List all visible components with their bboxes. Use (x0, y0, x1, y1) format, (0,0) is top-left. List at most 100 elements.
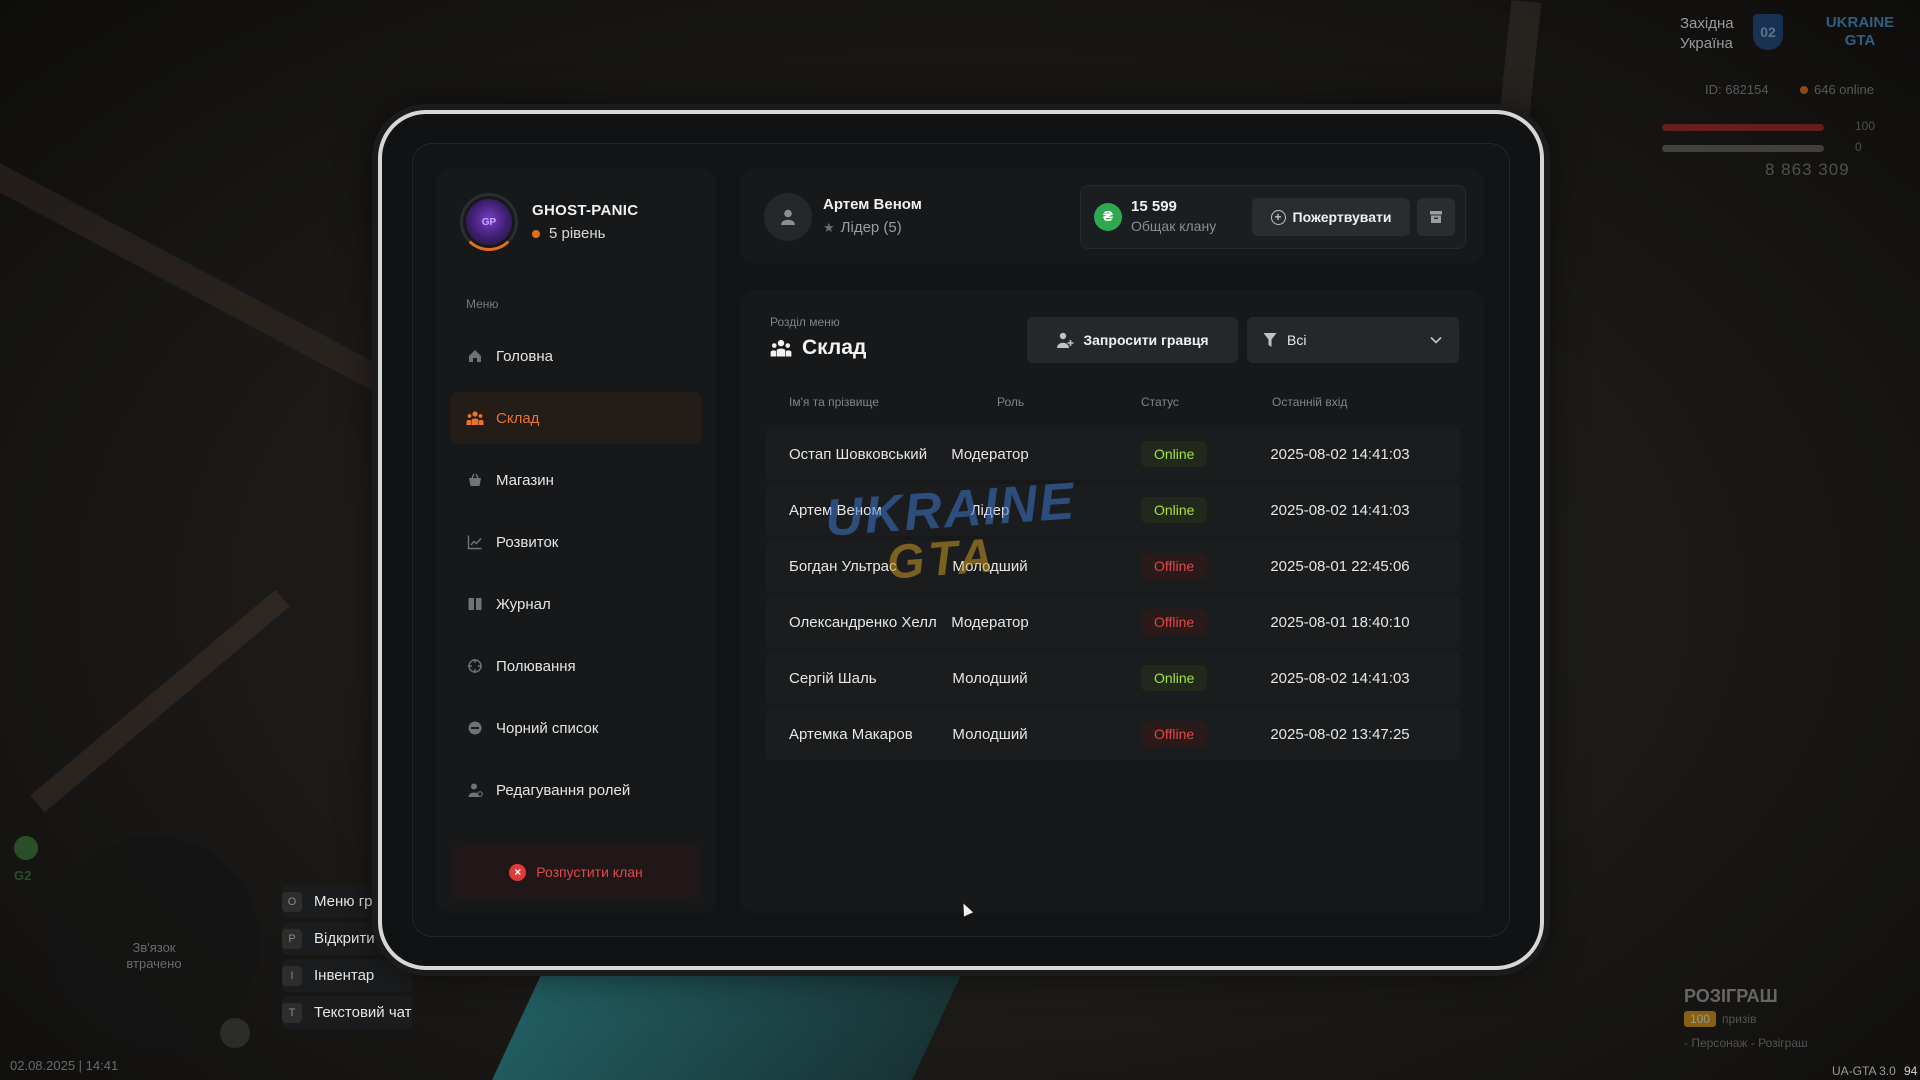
sidebar-item-shop[interactable]: Магазин (450, 454, 702, 506)
voice-badge-icon (14, 836, 38, 860)
member-status-cell: Offline (1141, 540, 1208, 592)
background-beam (0, 129, 396, 397)
sidebar-item-journal[interactable]: Журнал (450, 578, 702, 630)
user-name: Артем Веном (823, 196, 922, 213)
sidebar-item-hunting[interactable]: Полювання (450, 640, 702, 692)
member-name: Остап Шовковський (789, 445, 928, 463)
game-version: UA-GTA 3.0 (1832, 1064, 1896, 1078)
member-last-login: 2025-08-02 14:41:03 (1270, 669, 1410, 687)
column-header-last-login: Останній вхід (1272, 395, 1348, 409)
user-icon (781, 209, 795, 225)
table-row[interactable]: Богдан Ультрас Молодший Offline 2025-08-… (765, 540, 1460, 592)
member-last-login: 2025-08-02 13:47:25 (1270, 725, 1410, 743)
avatar-ring: GP (460, 193, 518, 251)
storage-button[interactable] (1417, 198, 1455, 236)
chart-icon (466, 533, 484, 551)
member-name: Богдан Ультрас (789, 557, 897, 575)
clan-avatar: GP (466, 199, 512, 245)
shop-icon (466, 471, 484, 489)
key-hint-label: Текстовий чат (314, 1004, 412, 1021)
background-beam (30, 589, 290, 813)
giveaway-hint: - Персонаж - Розіграш (1684, 1036, 1808, 1050)
book-icon (466, 595, 484, 613)
donate-button[interactable]: + Пожертвувати (1252, 198, 1410, 236)
member-status-cell: Online (1141, 428, 1208, 480)
game-logo-line1: UKRAINE (1825, 14, 1895, 31)
sidebar-item-label: Чорний список (496, 719, 599, 737)
hud-region: Західна Україна (1680, 14, 1734, 54)
sidebar-item-blacklist[interactable]: Чорний список (450, 702, 702, 754)
disband-clan-label: Розпустити клан (536, 864, 643, 880)
member-last-login: 2025-08-01 18:40:10 (1270, 613, 1410, 631)
member-name: Олександренко Хелл (789, 613, 937, 631)
member-role: Молодший (952, 557, 1028, 575)
column-header-status: Статус (1141, 395, 1179, 409)
member-status-cell: Online (1141, 484, 1208, 536)
member-status-cell: Offline (1141, 708, 1208, 760)
sidebar-item-development[interactable]: Розвиток (450, 516, 702, 568)
chevron-down-icon (1429, 335, 1443, 345)
game-logo-line2: GTA (1844, 32, 1876, 49)
hud-online: 646 online (1800, 82, 1874, 97)
status-filter-select[interactable]: Всі (1247, 317, 1459, 363)
giveaway-banner[interactable]: РОЗІГРАШ 100 призів - Персонаж - Розіграш (1684, 986, 1808, 1050)
status-badge: Offline (1141, 553, 1208, 579)
radar-status: Зв'язок втрачено (48, 940, 260, 972)
giveaway-title: РОЗІГРАШ (1684, 986, 1778, 1006)
radar-status-line2: втрачено (126, 956, 182, 971)
clan-level: 5 рівень (532, 225, 638, 242)
sidebar-item-label: Головна (496, 347, 553, 365)
table-row[interactable]: Остап Шовковський Модератор Online 2025-… (765, 428, 1460, 480)
member-role: Молодший (952, 669, 1028, 687)
hud-online-count: 646 online (1814, 82, 1874, 97)
sidebar-item-home[interactable]: Головна (450, 330, 702, 382)
user-role-text: Лідер (5) (840, 219, 902, 236)
user-edit-icon (466, 781, 484, 799)
table-row[interactable]: Олександренко Хелл Модератор Offline 202… (765, 596, 1460, 648)
crosshair-icon (466, 657, 484, 675)
user-plus-icon (1056, 331, 1074, 349)
health-value: 100 (1855, 119, 1876, 133)
member-name: Артемка Макаров (789, 725, 913, 743)
sidebar-item-members[interactable]: Склад (450, 392, 702, 444)
online-dot-icon (1800, 86, 1808, 94)
table-header: Ім'я та прізвище Роль Статус Останній вх… (765, 395, 1460, 415)
key-cap: P (282, 928, 302, 949)
hud-money: 8 863 309 (1765, 160, 1850, 179)
hud-datetime: 02.08.2025 | 14:41 (10, 1058, 119, 1073)
table-row[interactable]: Сергій Шаль Молодший Online 2025-08-02 1… (765, 652, 1460, 704)
armor-value: 0 (1855, 140, 1862, 154)
clan-profile: GP GHOST-PANIC 5 рівень (460, 193, 638, 251)
table-row[interactable]: Артемка Макаров Молодший Offline 2025-08… (765, 708, 1460, 760)
member-last-login: 2025-08-02 14:41:03 (1270, 445, 1410, 463)
status-badge: Online (1141, 665, 1208, 691)
member-name: Артем Веном (789, 501, 882, 519)
sidebar-item-edit-roles[interactable]: Редагування ролей (450, 764, 702, 816)
sidebar-menu: Головна Склад Магазин Розвиток Журнал По… (450, 330, 702, 826)
filter-value: Всі (1287, 332, 1307, 348)
menu-caption: Меню (466, 297, 499, 311)
column-header-name: Ім'я та прізвище (789, 395, 879, 409)
member-last-login: 2025-08-01 22:45:06 (1270, 557, 1410, 575)
hud-player-id: ID: 682154 (1705, 82, 1769, 97)
member-role: Модератор (951, 613, 1029, 631)
armor-bar (1662, 145, 1824, 152)
member-role: Молодший (952, 725, 1028, 743)
key-hint-label: Інвентар (314, 967, 375, 984)
invite-player-button[interactable]: Запросити гравця (1027, 317, 1238, 363)
disband-clan-button[interactable]: × Розпустити клан (450, 846, 702, 898)
giveaway-tag: 100 (1684, 1011, 1717, 1027)
page-title: Склад (770, 336, 866, 360)
table-row[interactable]: Артем Веном Лідер Online 2025-08-02 14:4… (765, 484, 1460, 536)
giveaway-sub: призів (1722, 1012, 1757, 1026)
members-icon (770, 338, 792, 358)
status-badge: Online (1141, 497, 1208, 523)
radar-badge-label: G2 (14, 868, 32, 883)
treasury-caption: Общак клану (1131, 218, 1217, 234)
sidebar-item-label: Розвиток (496, 533, 559, 551)
background-floor (492, 960, 968, 1080)
members-icon (466, 409, 484, 427)
member-status-cell: Online (1141, 652, 1208, 704)
block-icon (466, 719, 484, 737)
key-hint: I Інвентар (282, 959, 412, 992)
